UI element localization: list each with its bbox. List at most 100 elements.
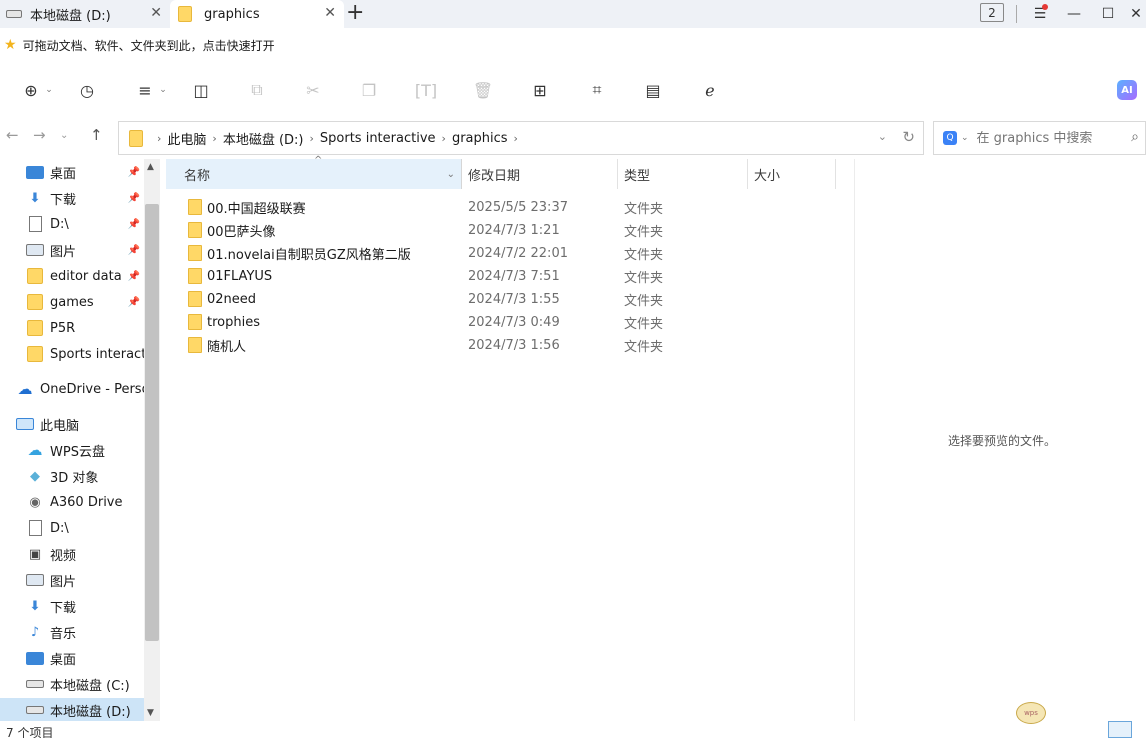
nav-scrollbar[interactable]: ▲ ▼ (144, 159, 160, 721)
nav-item-downloads-2[interactable]: ⬇ 下载 (0, 594, 144, 618)
scrollbar-thumb[interactable] (145, 204, 159, 641)
nav-item-videos[interactable]: ▣ 视频 (0, 542, 144, 566)
nav-item-local-disk-c[interactable]: 本地磁盘 (C:) (0, 672, 144, 696)
video-icon: ▣ (28, 546, 42, 562)
nav-item-music[interactable]: ♪ 音乐 (0, 620, 144, 644)
address-bar[interactable]: › 此电脑 › 本地磁盘 (D:) › Sports interactive ›… (118, 121, 924, 155)
chevron-up-icon[interactable]: ▲ (147, 162, 154, 172)
tab-graphics[interactable]: graphics ✕ (170, 0, 344, 28)
tab-label: 本地磁盘 (D:) (30, 8, 111, 24)
wps-mascot-icon[interactable]: wps (1016, 702, 1046, 724)
chevron-right-icon[interactable]: › (442, 132, 446, 145)
nav-item-desktop-2[interactable]: 桌面 (0, 646, 144, 670)
column-header-name[interactable]: ^ 名称 ⌄ (166, 155, 462, 189)
sort-ascending-icon: ^ (314, 155, 323, 166)
search-input[interactable] (976, 130, 1127, 146)
file-row[interactable]: 01.novelai自制职员GZ风格第二版 2024/7/2 22:01 文件夹 (166, 242, 846, 265)
preview-pane-icon[interactable]: ◫ (188, 78, 214, 102)
search-box[interactable]: Q ⌄ ⌕ (933, 121, 1146, 155)
nav-item-a360-drive[interactable]: ◉ A360 Drive (0, 490, 144, 514)
nav-item-d-drive-2[interactable]: D:\ (0, 516, 144, 540)
chevron-down-icon[interactable]: ⌄ (36, 78, 62, 102)
quick-launch-bar[interactable]: ★ 可拖动文档、软件、文件夹到此，点击快速打开 (0, 30, 275, 60)
crop-icon[interactable]: ⌗ (584, 78, 610, 102)
chevron-right-icon[interactable]: › (514, 132, 518, 145)
delete-icon[interactable]: 🗑 (470, 78, 496, 102)
breadcrumb-item[interactable]: Sports interactive (320, 131, 436, 146)
menu-icon[interactable]: ☰ (1028, 0, 1052, 28)
nav-item-pictures[interactable]: 图片 📌 (0, 238, 144, 262)
nav-item-local-disk-d[interactable]: 本地磁盘 (D:) (0, 698, 144, 721)
nav-item-label: A360 Drive (50, 494, 123, 510)
edge-icon[interactable]: ℯ (697, 78, 723, 102)
close-window-button[interactable]: ✕ (1126, 0, 1146, 28)
nav-item-downloads[interactable]: ⬇ 下载 📌 (0, 186, 144, 210)
breadcrumb-item[interactable]: 本地磁盘 (D:) (223, 129, 304, 148)
file-row[interactable]: 随机人 2024/7/3 1:56 文件夹 (166, 334, 846, 357)
nav-item-label: editor data (50, 268, 122, 284)
forward-arrow-icon[interactable]: → (33, 126, 46, 144)
ai-button[interactable]: AI (1117, 80, 1137, 100)
divider (1016, 5, 1017, 23)
refresh-icon[interactable]: ↻ (902, 128, 915, 146)
window-count-badge[interactable]: 2 (980, 3, 1004, 22)
pin-icon[interactable]: 📌 (128, 167, 140, 178)
chevron-down-icon[interactable]: ⌄ (961, 133, 969, 143)
pin-icon[interactable]: 📌 (128, 193, 140, 204)
nav-item-games[interactable]: games 📌 (0, 290, 144, 314)
back-arrow-icon[interactable]: ← (6, 126, 19, 144)
breadcrumb-item[interactable]: graphics (452, 131, 508, 146)
cut-icon[interactable]: ✂ (300, 78, 326, 102)
paste-icon[interactable]: ❐ (356, 78, 382, 102)
chevron-down-icon[interactable]: ⌄ (60, 130, 68, 141)
nav-item-p5r[interactable]: P5R (0, 316, 144, 340)
file-row[interactable]: 00.中国超级联赛 2025/5/5 23:37 文件夹 (166, 196, 846, 219)
chevron-right-icon[interactable]: › (212, 132, 216, 145)
nav-item-this-pc[interactable]: 此电脑 (0, 412, 144, 436)
nav-item-onedrive[interactable]: ☁ OneDrive - Perso (0, 377, 145, 401)
chevron-down-icon[interactable]: ▼ (147, 708, 154, 718)
calculator-icon[interactable]: ▤ (640, 78, 666, 102)
column-header-type[interactable]: 类型 (618, 159, 748, 189)
search-icon[interactable]: ⌕ (1131, 129, 1139, 145)
maximize-button[interactable]: ☐ (1096, 0, 1120, 28)
copy-icon[interactable]: ⧉ (244, 78, 270, 102)
chevron-right-icon[interactable]: › (310, 132, 314, 145)
computer-icon (16, 418, 34, 430)
new-tab-button[interactable]: + (346, 1, 364, 25)
file-row[interactable]: 01FLAYUS 2024/7/3 7:51 文件夹 (166, 265, 846, 288)
column-header-date[interactable]: 修改日期 (462, 159, 618, 189)
preview-divider[interactable] (854, 159, 855, 721)
pin-icon[interactable]: 📌 (128, 271, 140, 282)
file-row[interactable]: 02need 2024/7/3 1:55 文件夹 (166, 288, 846, 311)
breadcrumb-item[interactable]: 此电脑 (167, 129, 206, 148)
close-icon[interactable]: ✕ (324, 5, 336, 21)
file-date: 2025/5/5 23:37 (468, 200, 568, 215)
nav-item-3d-objects[interactable]: ◆ 3D 对象 (0, 464, 144, 488)
tab-local-disk-d[interactable]: 本地磁盘 (D:) ✕ (0, 0, 170, 28)
nav-item-wps-cloud[interactable]: ☁ WPS云盘 (0, 438, 144, 462)
file-row[interactable]: 00巴萨头像 2024/7/3 1:21 文件夹 (166, 219, 846, 242)
nav-item-pictures-2[interactable]: 图片 (0, 568, 144, 592)
pictures-icon (26, 244, 44, 256)
rename-icon[interactable]: [T] (413, 78, 439, 102)
search-engine-icon[interactable]: Q (943, 131, 957, 145)
close-icon[interactable]: ✕ (150, 5, 162, 21)
nav-item-desktop[interactable]: 桌面 📌 (0, 160, 144, 184)
details-view-button[interactable] (1108, 721, 1132, 738)
pin-icon[interactable]: 📌 (128, 245, 140, 256)
chevron-down-icon[interactable]: ⌄ (150, 78, 176, 102)
new-window-icon[interactable]: ⊞ (527, 78, 553, 102)
history-icon[interactable]: ◷ (74, 78, 100, 102)
chevron-down-icon[interactable]: ⌄ (447, 169, 455, 180)
chevron-down-icon[interactable]: ⌄ (878, 130, 887, 143)
nav-item-d-drive[interactable]: D:\ 📌 (0, 212, 144, 236)
column-header-size[interactable]: 大小 (748, 159, 836, 189)
nav-item-sports-interactive[interactable]: Sports interact (0, 342, 144, 366)
up-arrow-icon[interactable]: ↑ (90, 126, 103, 144)
pin-icon[interactable]: 📌 (128, 219, 140, 230)
file-row[interactable]: trophies 2024/7/3 0:49 文件夹 (166, 311, 846, 334)
minimize-button[interactable]: — (1062, 0, 1086, 28)
nav-item-editor-data[interactable]: editor data 📌 (0, 264, 144, 288)
pin-icon[interactable]: 📌 (128, 297, 140, 308)
